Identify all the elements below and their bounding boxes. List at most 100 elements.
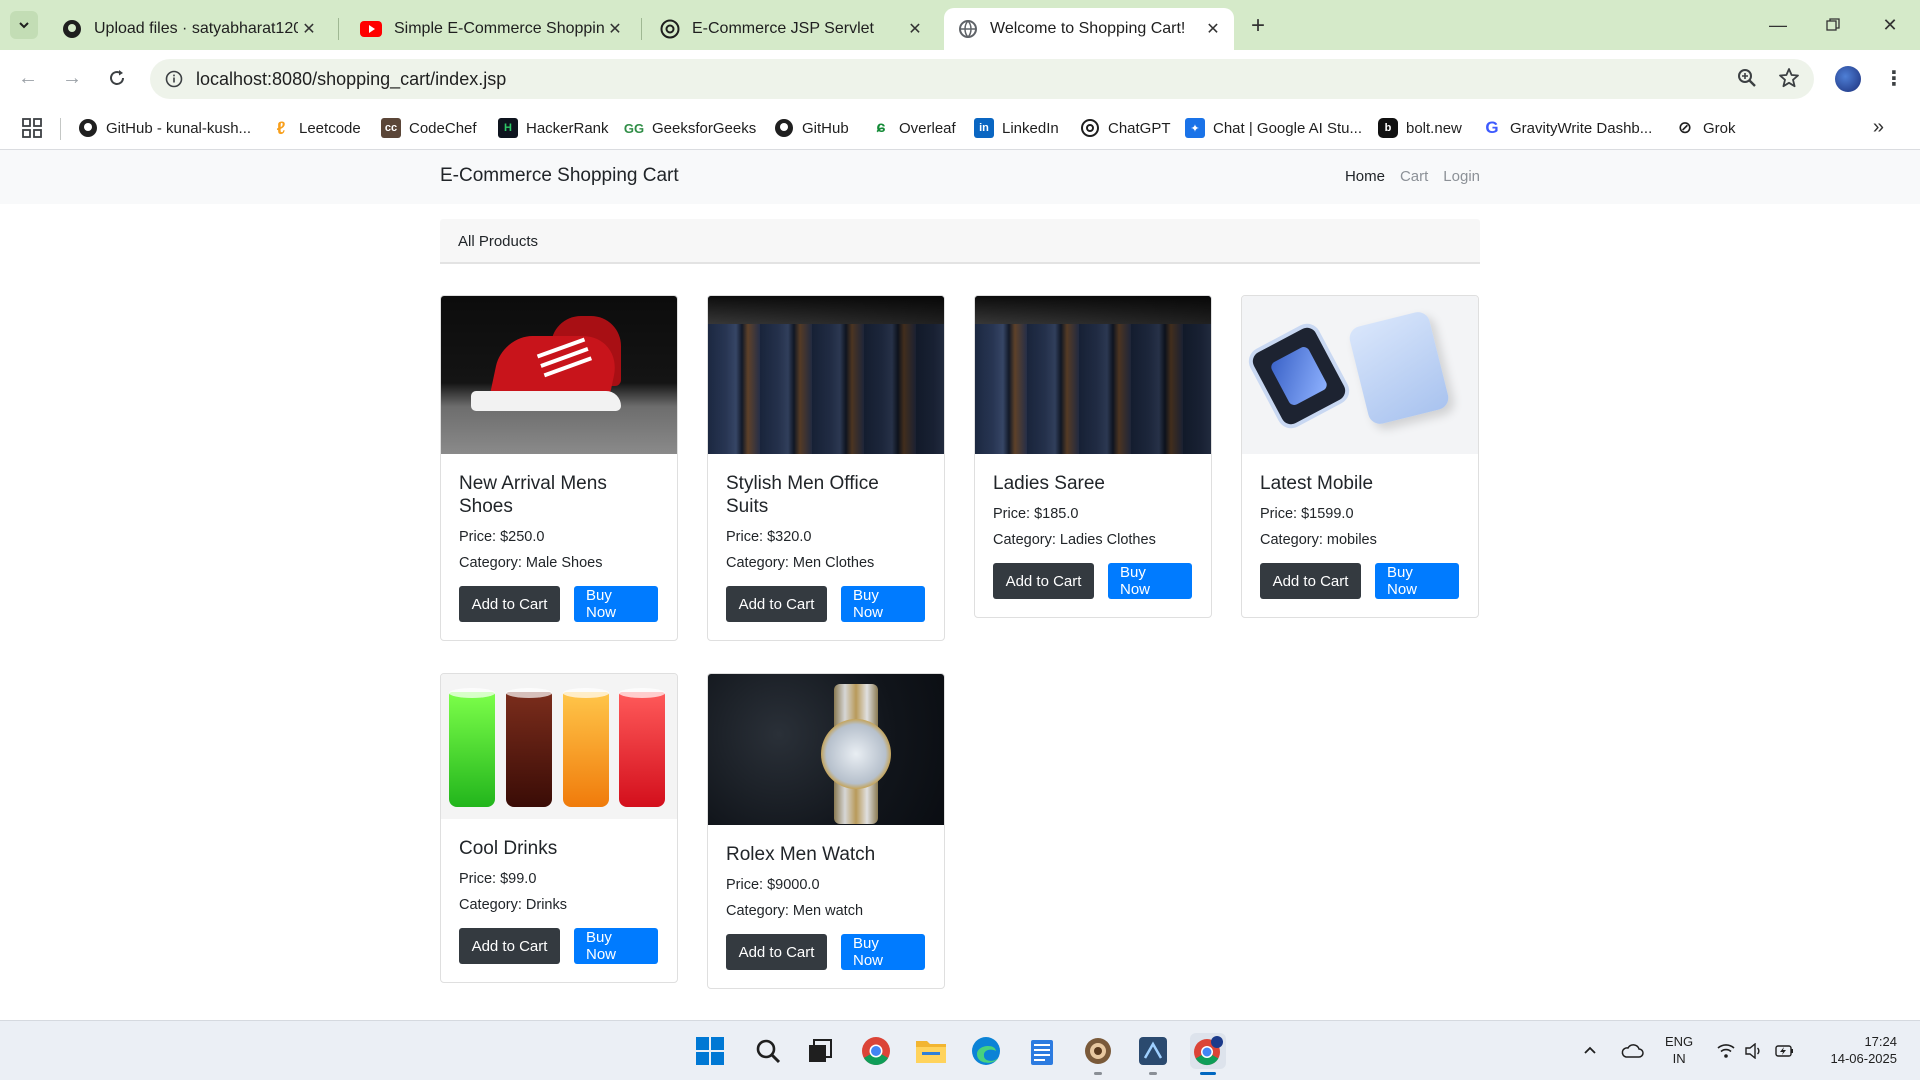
product-category: Category: Men watch bbox=[726, 903, 864, 919]
bookmark-grok[interactable]: ⊘ Grok bbox=[1675, 116, 1736, 140]
notepad-icon bbox=[1031, 1040, 1053, 1065]
product-price: Price: $1599.0 bbox=[1260, 506, 1354, 522]
site-brand[interactable]: E-Commerce Shopping Cart bbox=[440, 165, 679, 187]
tab-divider bbox=[641, 18, 642, 40]
bookmark-chatgpt[interactable]: ChatGPT bbox=[1080, 116, 1171, 140]
taskbar-chrome[interactable] bbox=[858, 1033, 894, 1069]
back-button[interactable]: ← bbox=[12, 62, 44, 94]
tab-ecommerce-jsp[interactable]: E-Commerce JSP Servlet ✕ bbox=[646, 8, 936, 50]
bookmark-label: ChatGPT bbox=[1108, 119, 1171, 137]
product-category: Category: mobiles bbox=[1260, 532, 1377, 548]
buy-now-button[interactable]: Buy Now bbox=[574, 928, 658, 964]
taskbar-search-button[interactable] bbox=[750, 1033, 786, 1069]
bookmark-overleaf[interactable]: ɕ Overleaf bbox=[871, 116, 956, 140]
bookmark-label: Grok bbox=[1703, 119, 1736, 137]
product-category: Category: Drinks bbox=[459, 897, 567, 913]
tab-upload-files[interactable]: Upload files · satyabharat1207/S ✕ bbox=[48, 8, 330, 50]
youtube-icon bbox=[360, 21, 382, 37]
add-to-cart-button[interactable]: Add to Cart bbox=[459, 586, 560, 622]
url-text[interactable]: localhost:8080/shopping_cart/index.jsp bbox=[196, 69, 506, 90]
close-icon[interactable]: ✕ bbox=[1202, 18, 1224, 40]
taskbar-edge[interactable] bbox=[968, 1033, 1004, 1069]
taskbar-ide[interactable] bbox=[1135, 1033, 1171, 1075]
chrome-profile-icon bbox=[1194, 1036, 1223, 1066]
zoom-icon[interactable] bbox=[1736, 67, 1758, 89]
system-clock[interactable]: 17:24 14-06-2025 bbox=[1812, 1033, 1898, 1067]
product-card: New Arrival Mens Shoes Price: $250.0 Cat… bbox=[440, 295, 678, 641]
bookmark-google-ai-studio[interactable]: ✦ Chat | Google AI Stu... bbox=[1185, 116, 1362, 140]
product-image-drinks bbox=[441, 674, 677, 819]
browser-menu-button[interactable]: ⋮ bbox=[1878, 62, 1910, 94]
section-title: All Products bbox=[458, 233, 539, 250]
product-title: Latest Mobile bbox=[1260, 473, 1374, 494]
taskbar-file-explorer[interactable] bbox=[913, 1033, 949, 1069]
tab-search-button[interactable] bbox=[10, 11, 38, 39]
taskbar-java-app[interactable] bbox=[1080, 1033, 1116, 1075]
buy-now-button[interactable]: Buy Now bbox=[1375, 563, 1459, 599]
site-info-button[interactable] bbox=[154, 70, 194, 88]
close-icon[interactable]: ✕ bbox=[904, 18, 926, 40]
tab-youtube-video[interactable]: Simple E-Commerce Shopping ✕ bbox=[346, 8, 636, 50]
close-icon[interactable]: ✕ bbox=[604, 18, 626, 40]
bookmark-codechef[interactable]: cc CodeChef bbox=[381, 116, 477, 140]
nav-link-home[interactable]: Home bbox=[1345, 168, 1385, 185]
bookmark-bolt[interactable]: b bolt.new bbox=[1378, 116, 1462, 140]
tray-overflow-button[interactable] bbox=[1582, 1021, 1598, 1080]
reload-button[interactable] bbox=[101, 62, 133, 94]
profile-avatar[interactable] bbox=[1835, 66, 1861, 92]
buy-now-button[interactable]: Buy Now bbox=[1108, 563, 1192, 599]
add-to-cart-button[interactable]: Add to Cart bbox=[726, 934, 827, 970]
apps-grid-icon[interactable] bbox=[22, 118, 42, 138]
chevron-double-right-icon[interactable]: » bbox=[1873, 116, 1884, 139]
bookmark-geeksforgeeks[interactable]: GG GeeksforGeeks bbox=[624, 116, 756, 140]
plus-icon: + bbox=[1250, 12, 1265, 39]
quick-settings-button[interactable] bbox=[1717, 1021, 1795, 1080]
taskbar-notepad[interactable] bbox=[1024, 1033, 1060, 1069]
bookmarks-divider bbox=[60, 118, 61, 140]
add-to-cart-button[interactable]: Add to Cart bbox=[726, 586, 827, 622]
onedrive-button[interactable] bbox=[1620, 1021, 1644, 1080]
add-to-cart-button[interactable]: Add to Cart bbox=[993, 563, 1094, 599]
close-icon[interactable]: ✕ bbox=[298, 18, 320, 40]
bookmark-github-kunal[interactable]: GitHub - kunal-kush... bbox=[78, 116, 251, 140]
task-view-button[interactable] bbox=[802, 1033, 838, 1069]
bookmark-gravitywrite[interactable]: G GravityWrite Dashb... bbox=[1482, 116, 1652, 140]
cloud-icon bbox=[1621, 1044, 1644, 1058]
reload-icon bbox=[110, 70, 124, 85]
tab-title: Simple E-Commerce Shopping bbox=[394, 20, 604, 37]
forward-button[interactable]: → bbox=[56, 62, 88, 94]
bookmark-star-icon[interactable] bbox=[1778, 67, 1800, 89]
address-bar[interactable]: localhost:8080/shopping_cart/index.jsp bbox=[150, 59, 1814, 99]
search-icon bbox=[756, 1039, 781, 1064]
close-window-button[interactable]: ✕ bbox=[1870, 8, 1910, 42]
nav-link-login[interactable]: Login bbox=[1443, 168, 1480, 185]
product-image-shoes bbox=[441, 296, 677, 454]
add-to-cart-button[interactable]: Add to Cart bbox=[1260, 563, 1361, 599]
tab-shopping-cart[interactable]: Welcome to Shopping Cart! ✕ bbox=[944, 8, 1234, 50]
bookmark-label: GravityWrite Dashb... bbox=[1510, 119, 1653, 137]
leetcode-icon: ℓ bbox=[276, 117, 286, 138]
add-to-cart-button[interactable]: Add to Cart bbox=[459, 928, 560, 964]
buy-now-button[interactable]: Buy Now bbox=[574, 586, 658, 622]
product-image-mobile bbox=[1242, 296, 1478, 454]
start-button[interactable] bbox=[692, 1033, 728, 1069]
bookmark-hackerrank[interactable]: H HackerRank bbox=[498, 116, 609, 140]
nav-link-cart[interactable]: Cart bbox=[1400, 168, 1428, 185]
buy-now-button[interactable]: Buy Now bbox=[841, 586, 925, 622]
browser-tab-bar: Upload files · satyabharat1207/S ✕ Simpl… bbox=[0, 0, 1920, 50]
bookmark-github[interactable]: GitHub bbox=[774, 116, 849, 140]
restore-button[interactable] bbox=[1813, 8, 1853, 42]
product-title: Stylish Men Office Suits bbox=[726, 473, 879, 517]
product-category: Category: Male Shoes bbox=[459, 555, 603, 571]
minimize-button[interactable]: — bbox=[1758, 8, 1798, 42]
new-tab-button[interactable]: + bbox=[1244, 12, 1272, 40]
product-price: Price: $99.0 bbox=[459, 871, 537, 887]
tab-title: Upload files · satyabharat1207/S bbox=[94, 20, 298, 37]
buy-now-button[interactable]: Buy Now bbox=[841, 934, 925, 970]
bookmark-leetcode[interactable]: ℓ Leetcode bbox=[271, 116, 361, 140]
bookmark-label: GeeksforGeeks bbox=[652, 119, 757, 137]
site-nav-links: Home Cart Login bbox=[1345, 168, 1480, 185]
bookmark-linkedin[interactable]: in LinkedIn bbox=[974, 116, 1059, 140]
language-indicator[interactable]: ENG IN bbox=[1665, 1033, 1693, 1067]
taskbar-chrome-active[interactable] bbox=[1190, 1033, 1226, 1075]
